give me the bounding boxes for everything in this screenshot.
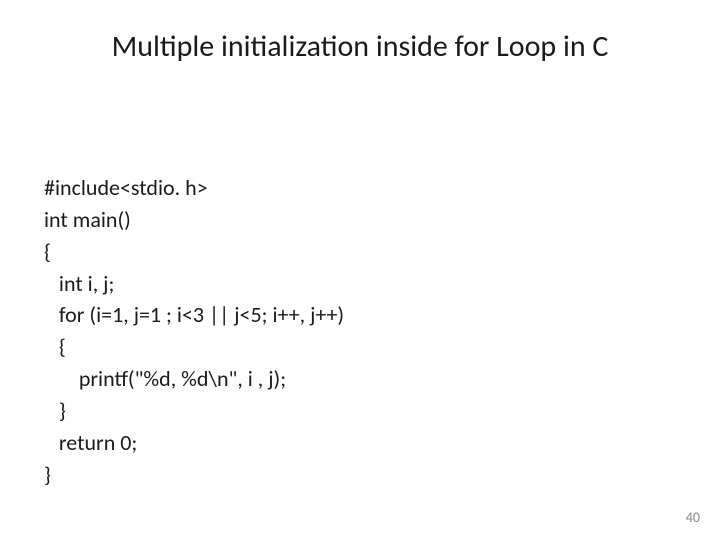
code-line: { <box>44 333 66 360</box>
code-line: #include<stdio. h> <box>44 174 208 201</box>
slide: Multiple initialization inside for Loop … <box>0 0 720 540</box>
code-line: } <box>44 397 66 424</box>
code-line: int main() <box>44 206 131 233</box>
code-line: printf("%d, %d\n", i , j); <box>44 365 286 392</box>
code-line: int i, j; <box>44 270 114 297</box>
code-line: for (i=1, j=1 ; i<3 || j<5; i++, j++) <box>44 301 344 328</box>
code-line: return 0; <box>44 429 137 456</box>
slide-title: Multiple initialization inside for Loop … <box>0 28 720 65</box>
code-line: { <box>44 238 51 265</box>
code-line: } <box>44 461 51 488</box>
page-number: 40 <box>686 509 700 526</box>
code-block: #include<stdio. h> int main() { int i, j… <box>44 140 344 491</box>
